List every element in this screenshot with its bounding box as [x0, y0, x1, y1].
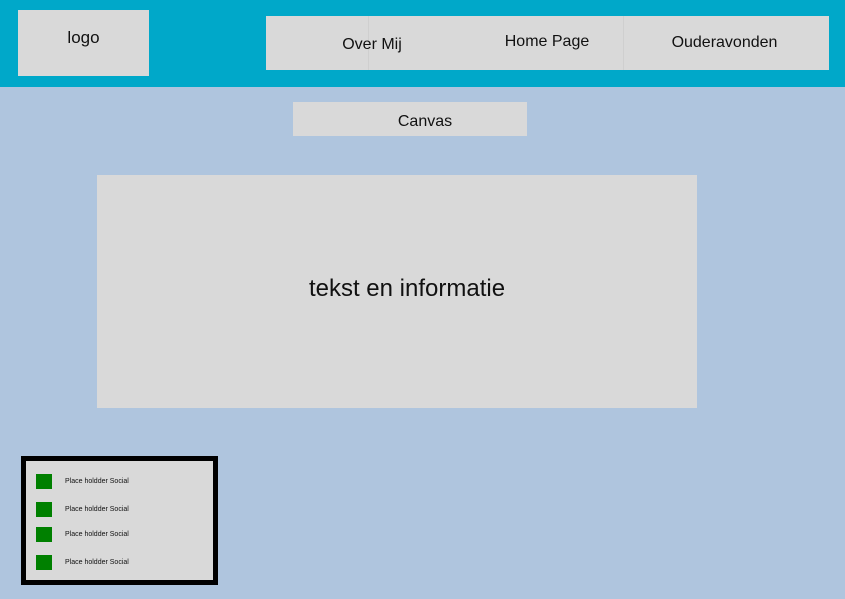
social-link[interactable]: Place holdder Social	[36, 526, 129, 542]
nav-divider	[623, 16, 624, 70]
social-link-label: Place holdder Social	[65, 477, 129, 485]
social-link-label: Place holdder Social	[65, 530, 129, 538]
nav-item-ouderavonden[interactable]: Ouderavonden	[662, 16, 787, 70]
social-link[interactable]: Place holdder Social	[36, 501, 129, 517]
header: logo Over Mij Home Page Ouderavonden	[0, 0, 845, 87]
canvas-button[interactable]: Canvas	[293, 102, 527, 136]
nav-item-home-page[interactable]: Home Page	[496, 16, 598, 70]
nav-bar: Over Mij Home Page Ouderavonden	[266, 16, 829, 70]
social-link[interactable]: Place holdder Social	[36, 554, 129, 570]
nav-item-over-mij[interactable]: Over Mij	[336, 16, 408, 70]
social-panel: Place holdder Social Place holdder Socia…	[21, 456, 218, 585]
social-placeholder-icon	[36, 501, 52, 517]
social-link[interactable]: Place holdder Social	[36, 473, 129, 489]
logo[interactable]: logo	[18, 10, 149, 76]
social-placeholder-icon	[36, 554, 52, 570]
social-placeholder-icon	[36, 526, 52, 542]
canvas-button-label: Canvas	[397, 113, 453, 130]
social-placeholder-icon	[36, 473, 52, 489]
social-link-label: Place holdder Social	[65, 558, 129, 566]
info-panel: tekst en informatie	[97, 175, 697, 408]
social-link-label: Place holdder Social	[65, 505, 129, 513]
info-text: tekst en informatie	[308, 274, 506, 302]
logo-text: logo	[67, 28, 100, 47]
